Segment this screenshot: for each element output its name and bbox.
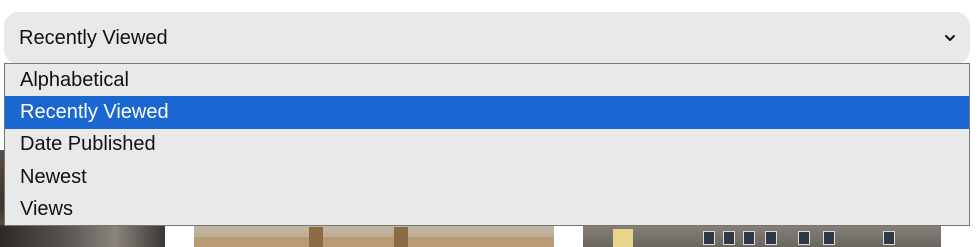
dropdown-option-views[interactable]: Views — [5, 194, 969, 226]
sort-select[interactable]: Recently Viewed — [4, 12, 970, 64]
dropdown-option-date-published[interactable]: Date Published — [5, 129, 969, 161]
dropdown-option-recently-viewed[interactable]: Recently Viewed — [5, 96, 969, 129]
sort-select-value: Recently Viewed — [19, 26, 168, 49]
dropdown-option-newest[interactable]: Newest — [5, 161, 969, 193]
chevron-down-icon — [945, 35, 955, 41]
sort-dropdown-list: Alphabetical Recently Viewed Date Publis… — [4, 63, 970, 226]
dropdown-option-alphabetical[interactable]: Alphabetical — [5, 64, 969, 96]
